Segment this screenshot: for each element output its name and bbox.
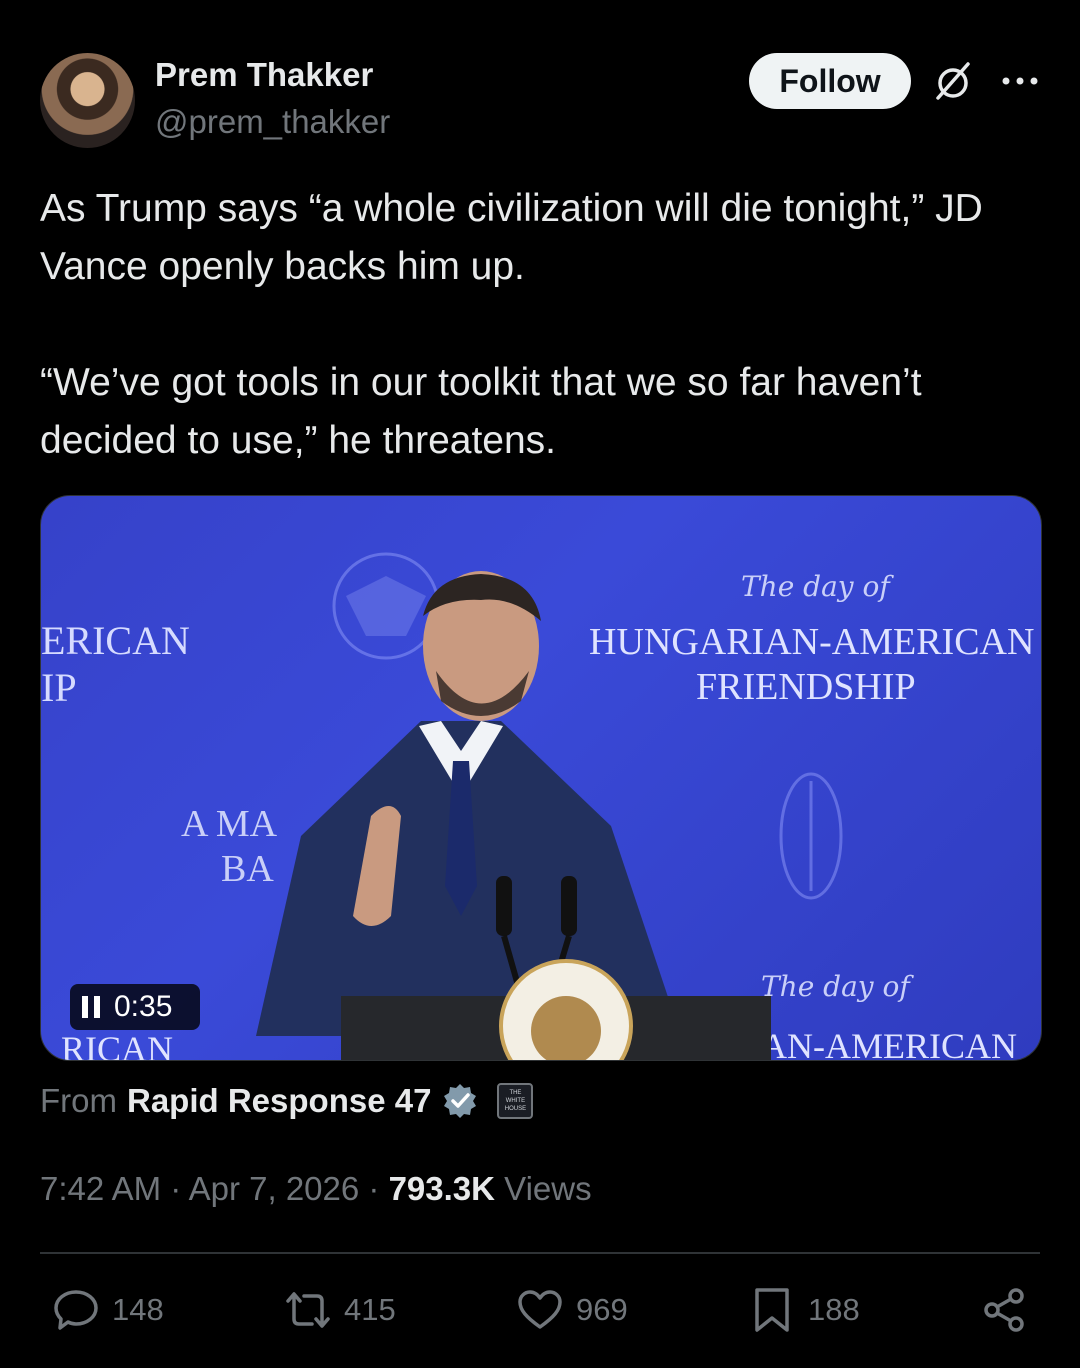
like-icon	[518, 1290, 562, 1329]
tweet-time[interactable]: 7:42 AM	[40, 1170, 161, 1207]
backdrop-text: ERICAN	[41, 618, 190, 663]
views-count: 793.3K	[388, 1170, 495, 1207]
divider	[40, 1252, 1040, 1254]
backdrop-text: BA	[221, 848, 274, 890]
reply-count: 148	[112, 1292, 164, 1327]
backdrop-text: FRIENDSHIP	[696, 666, 916, 708]
pause-icon[interactable]	[82, 996, 100, 1018]
video-timer[interactable]: 0:35	[70, 984, 200, 1030]
backdrop-text: RICAN	[61, 1029, 173, 1060]
like-count: 969	[576, 1292, 628, 1327]
share-icon	[984, 1288, 1024, 1332]
video-frame: ERICAN IP A MA BA The day of HUNGARIAN-A…	[41, 552, 1034, 1060]
tweet-paragraph: As Trump says “a whole civilization will…	[40, 187, 983, 288]
backdrop-text: The day of	[741, 570, 894, 603]
source-attribution: From Rapid Response 47 THE WHITE HOUSE	[40, 1082, 534, 1120]
backdrop-text: AN-AMERICAN	[761, 1026, 1017, 1060]
source-prefix: From	[40, 1082, 117, 1119]
bookmark-count: 188	[808, 1292, 860, 1327]
video-player[interactable]: ERICAN IP A MA BA The day of HUNGARIAN-A…	[40, 495, 1042, 1061]
like-button[interactable]: 969	[516, 1286, 628, 1334]
repost-icon	[286, 1292, 330, 1328]
author-handle[interactable]: @prem_thakker	[155, 103, 390, 141]
author-avatar[interactable]	[40, 53, 135, 148]
backdrop-text: The day of	[761, 970, 914, 1003]
tweet-date[interactable]: Apr 7, 2026	[189, 1170, 360, 1207]
tweet-meta: 7:42 AM · Apr 7, 2026 · 793.3K Views	[40, 1170, 592, 1208]
backdrop-text: IP	[41, 665, 77, 710]
views-label: Views	[504, 1170, 592, 1207]
reply-button[interactable]: 148	[52, 1286, 164, 1334]
backdrop-text: A MA	[181, 803, 278, 845]
source-name[interactable]: Rapid Response 47	[127, 1082, 431, 1120]
reply-icon	[54, 1290, 98, 1330]
share-button[interactable]	[980, 1286, 1028, 1334]
repost-count: 415	[344, 1292, 396, 1327]
eagle-seal-icon	[332, 552, 440, 660]
repost-button[interactable]: 415	[284, 1286, 396, 1334]
backdrop-text: HUNGARIAN-AMERICAN	[589, 621, 1034, 663]
verified-icon	[444, 1084, 477, 1118]
follow-button[interactable]: Follow	[749, 53, 911, 109]
author-display-name[interactable]: Prem Thakker	[155, 56, 373, 94]
separator: ·	[170, 1170, 182, 1207]
hungarian-crest-icon	[779, 772, 843, 900]
separator: ·	[368, 1170, 380, 1207]
tweet-text: As Trump says “a whole civilization will…	[40, 180, 1050, 470]
timer-text: 0:35	[114, 990, 173, 1023]
grok-icon[interactable]	[930, 58, 976, 104]
bookmark-icon	[755, 1288, 789, 1332]
bookmark-button[interactable]: 188	[748, 1286, 860, 1334]
more-icon[interactable]	[1000, 64, 1040, 98]
white-house-badge-icon: THE WHITE HOUSE	[497, 1083, 534, 1119]
tweet-paragraph: “We’ve got tools in our toolkit that we …	[40, 361, 922, 462]
